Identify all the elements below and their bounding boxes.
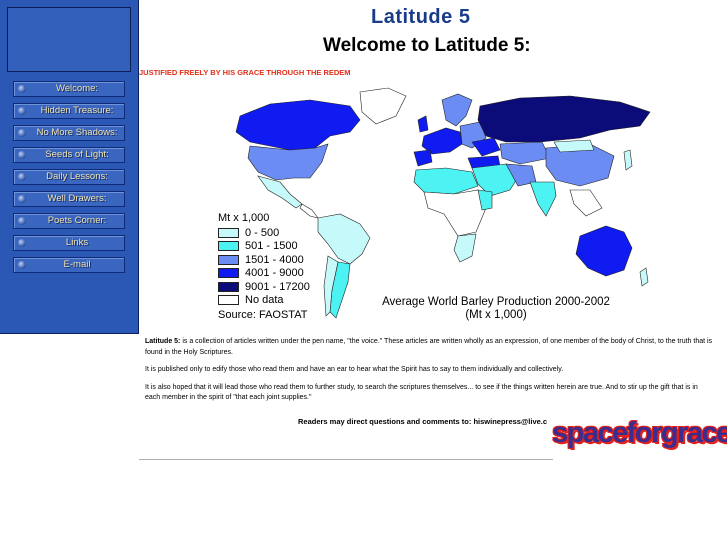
nav-label: Welcome: [55,83,99,94]
intro-body: is a collection of articles written unde… [145,338,713,356]
legend-label: No data [245,294,284,307]
map-south-africa [453,233,477,263]
map-india [529,181,557,217]
paragraph: It is published only to edify those who … [145,366,564,373]
map-source: Source: FAOSTAT [218,309,308,321]
legend-row: 1501 - 4000 [218,253,310,267]
bullet-icon [18,151,26,159]
nav-label: Daily Lessons: [46,171,108,182]
sidebar-logo-box [7,7,131,72]
legend-row: No data [218,294,310,308]
map-mexico [257,175,303,209]
map-new-zealand [639,267,649,287]
bullet-icon [18,261,26,269]
map-japan [623,149,633,171]
map-scandinavia [441,93,473,127]
legend-swatch [218,295,239,306]
nav-label: No More Shadows: [36,127,118,138]
nav-label: Poets Corner: [47,215,107,226]
legend-label: 4001 - 9000 [245,267,304,280]
nav-no-more-shadows[interactable]: No More Shadows: [13,125,125,141]
legend-swatch [218,281,239,292]
map-mongolia [553,139,595,153]
bullet-icon [18,129,26,137]
map-canada [235,99,361,151]
bullet-icon [18,107,26,115]
map-greenland [359,87,407,125]
map-caption-line1: Average World Barley Production 2000-200… [382,296,610,308]
map-caption: Average World Barley Production 2000-200… [376,296,616,322]
legend-row: 9001 - 17200 [218,280,310,294]
legend-label: 1501 - 4000 [245,253,304,266]
paragraph: Latitude 5: is a collection of articles … [145,337,713,358]
nav-seeds-of-light[interactable]: Seeds of Light: [13,147,125,163]
nav-label: Seeds of Light: [45,149,109,160]
sidebar-nav: Welcome: Hidden Treasure: No More Shadow… [13,81,125,279]
nav-email[interactable]: E-mail [13,257,125,273]
map-kazakhstan [499,141,551,165]
intro-lead: Latitude 5: [145,338,181,345]
paragraph: It is also hoped that it will lead those… [145,383,698,402]
map-spain [413,149,433,167]
map-uk [417,115,429,133]
legend-swatch [218,227,239,238]
legend-swatch [218,268,239,279]
legend-title: Mt x 1,000 [218,212,270,224]
brand-title: Latitude 5 [371,6,471,28]
sidebar: Welcome: Hidden Treasure: No More Shadow… [0,0,139,334]
nav-daily-lessons[interactable]: Daily Lessons: [13,169,125,185]
legend-row: 0 - 500 [218,226,310,240]
legend-label: 501 - 1500 [245,240,298,253]
map-north-africa [413,167,479,195]
map-australia [575,225,633,277]
map-russia [477,95,651,143]
page-title: Welcome to Latitude 5: [323,35,531,56]
legend-swatch [218,254,239,265]
bullet-icon [18,85,26,93]
nav-poets-corner[interactable]: Poets Corner: [13,213,125,229]
nav-hidden-treasure[interactable]: Hidden Treasure: [13,103,125,119]
legend-label: 9001 - 17200 [245,280,310,293]
map-se-asia [569,189,603,217]
bullet-icon [18,217,26,225]
nav-well-drawers[interactable]: Well Drawers: [13,191,125,207]
bullet-icon [18,239,26,247]
bullet-icon [18,195,26,203]
contact-line: Readers may direct questions and comment… [298,417,548,426]
legend-row: 4001 - 9000 [218,267,310,281]
divider [139,459,553,460]
bullet-icon [18,173,26,181]
nav-label: E-mail [63,259,91,270]
nav-label: Well Drawers: [47,193,107,204]
map-caption-line2: (Mt x 1,000) [465,309,527,321]
legend-row: 501 - 1500 [218,240,310,254]
legend-label: 0 - 500 [245,226,280,239]
nav-links[interactable]: Links [13,235,125,251]
legend-swatch [218,241,239,252]
intro-text: Latitude 5: is a collection of articles … [145,337,713,411]
scrolling-marquee: JUSTIFIED FREELY BY HIS GRACE THROUGH TH… [139,68,351,77]
map-central-africa [423,189,487,237]
map-south-america-north [317,213,371,265]
nav-welcome[interactable]: Welcome: [13,81,125,97]
spaceforgrace-banner[interactable]: spaceforgrace [552,417,727,450]
map-legend: Mt x 1,000 0 - 500 501 - 1500 1501 - 400… [218,212,310,321]
nav-label: Hidden Treasure: [40,105,114,116]
nav-label: Links [65,237,89,248]
